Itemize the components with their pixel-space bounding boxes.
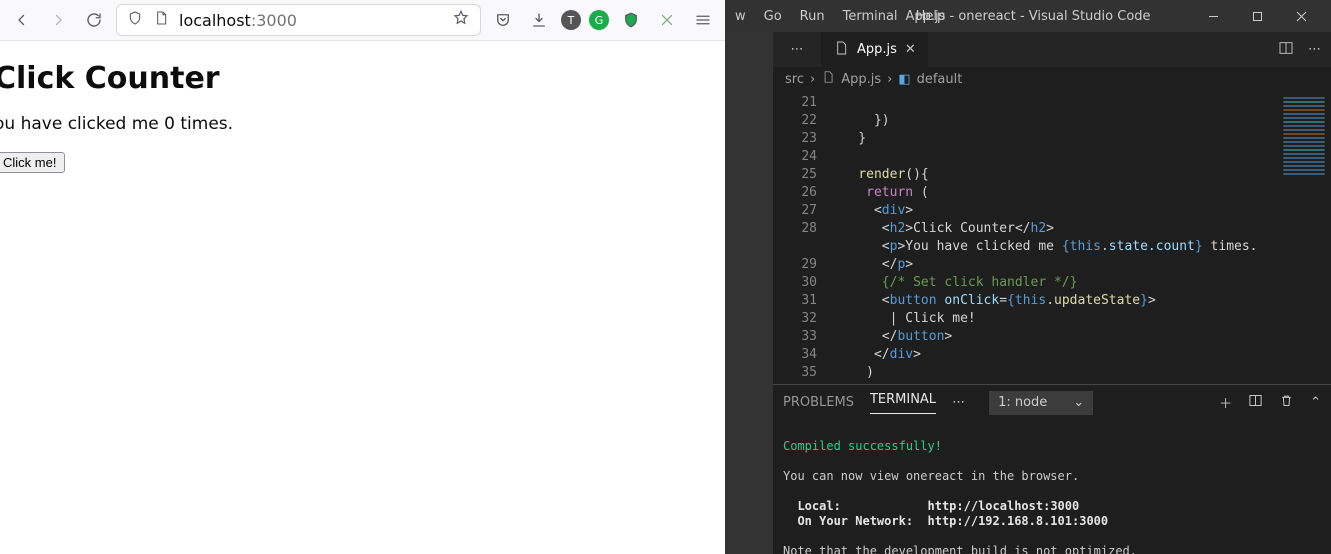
menu-item[interactable]: w <box>735 9 746 24</box>
browser-window: localhost:3000 T G Click Counter ou have… <box>0 0 725 554</box>
terminal-selector[interactable]: 1: node ⌄ <box>989 391 1093 415</box>
chevron-right-icon: › <box>887 72 892 87</box>
shield-green-icon[interactable] <box>617 6 645 34</box>
line-numbers: 212223 242526 272829 303132 333435 36373… <box>773 91 827 383</box>
menu-item[interactable]: Terminal <box>843 9 898 24</box>
close-icon[interactable] <box>1281 2 1321 30</box>
new-terminal-icon[interactable]: ＋ <box>1219 393 1232 412</box>
download-icon[interactable] <box>525 6 553 34</box>
activity-bar[interactable] <box>725 32 773 554</box>
more-icon[interactable]: ⋯ <box>952 395 965 410</box>
reload-icon[interactable] <box>80 6 108 34</box>
panel-tab-terminal[interactable]: TERMINAL <box>870 392 936 414</box>
window-title: App.js - onereact - Visual Studio Code <box>905 9 1150 24</box>
minimize-icon[interactable] <box>1193 2 1233 30</box>
tab-close-icon[interactable]: ✕ <box>905 42 916 57</box>
url-bar[interactable]: localhost:3000 <box>116 4 481 36</box>
chevron-up-icon[interactable]: ⌃ <box>1310 395 1321 410</box>
split-editor-icon[interactable] <box>1278 40 1294 60</box>
page-heading: Click Counter <box>0 61 725 96</box>
crumb-symbol[interactable]: default <box>917 72 963 87</box>
forward-icon[interactable] <box>44 6 72 34</box>
chevron-right-icon: › <box>810 72 815 87</box>
browser-toolbar: localhost:3000 T G <box>0 0 725 41</box>
tab-label: App.js <box>857 42 897 57</box>
tab-appjs[interactable]: App.js ✕ <box>821 32 929 67</box>
chevron-down-icon: ⌄ <box>1073 395 1084 410</box>
crumb-folder[interactable]: src <box>785 72 804 87</box>
code-editor[interactable]: 212223 242526 272829 303132 333435 36373… <box>773 91 1331 383</box>
hamburger-icon[interactable] <box>689 6 717 34</box>
pocket-icon[interactable] <box>489 6 517 34</box>
crumb-file[interactable]: App.js <box>841 72 881 87</box>
page-paragraph: ou have clicked me 0 times. <box>0 114 725 134</box>
minimap[interactable] <box>1277 91 1331 383</box>
menu-item[interactable]: Go <box>764 9 782 24</box>
click-me-button[interactable]: Click me! <box>0 152 65 173</box>
code-content[interactable]: }) } render(){ return ( <div> <h2>Click … <box>827 91 1277 383</box>
shield-icon <box>127 10 143 30</box>
extension-x-icon[interactable] <box>653 6 681 34</box>
terminal-selector-label: 1: node <box>998 395 1047 410</box>
badge-t-icon[interactable]: T <box>561 10 581 30</box>
symbol-icon: ◧ <box>898 72 910 87</box>
star-icon[interactable] <box>452 9 470 31</box>
vscode-titlebar: w Go Run Terminal Help App.js - onereact… <box>725 0 1331 32</box>
bottom-panel: PROBLEMS TERMINAL ⋯ 1: node ⌄ ＋ ⌃ <box>773 383 1331 554</box>
back-icon[interactable] <box>8 6 36 34</box>
editor-tabs: ⋯ App.js ✕ ⋯ <box>773 32 1331 67</box>
trash-icon[interactable] <box>1279 393 1294 412</box>
split-terminal-icon[interactable] <box>1248 393 1263 412</box>
vscode-window: w Go Run Terminal Help App.js - onereact… <box>725 0 1331 554</box>
panel-tab-problems[interactable]: PROBLEMS <box>783 395 854 410</box>
menu-item[interactable]: Run <box>800 9 825 24</box>
page-icon <box>153 10 169 30</box>
file-js-icon <box>821 70 835 88</box>
breadcrumbs[interactable]: src › App.js › ◧ default <box>773 67 1331 91</box>
maximize-icon[interactable] <box>1237 2 1277 30</box>
file-js-icon <box>833 40 849 60</box>
url-text: localhost:3000 <box>179 11 297 30</box>
grammarly-icon[interactable]: G <box>589 10 609 30</box>
browser-page: Click Counter ou have clicked me 0 times… <box>0 41 725 173</box>
more-actions-icon[interactable]: ⋯ <box>1308 42 1321 57</box>
terminal-output[interactable]: Compiled successfully! You can now view … <box>773 420 1331 554</box>
tabs-overflow-icon[interactable]: ⋯ <box>773 32 821 67</box>
